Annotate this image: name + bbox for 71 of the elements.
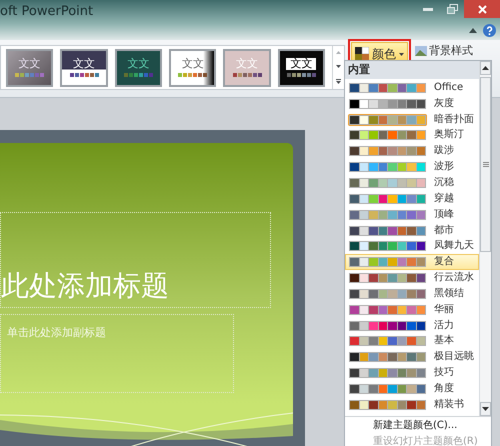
theme-name: 基本 (434, 335, 454, 348)
color-theme-item[interactable]: 凤舞九天 (345, 238, 479, 254)
color-theme-item[interactable]: 穿越 (345, 190, 479, 207)
color-theme-item[interactable]: 角度 (345, 381, 479, 397)
menu-action[interactable]: 新建主题颜色(C)... (373, 420, 491, 432)
theme-name: 角度 (434, 382, 454, 395)
theme-name: 精装书 (434, 398, 464, 411)
color-theme-item[interactable]: 华丽 (345, 302, 479, 318)
color-theme-item[interactable]: 暗香扑面 (345, 112, 479, 128)
theme-name: 华丽 (434, 304, 454, 316)
thumbnail-text: 文文 (127, 58, 150, 70)
theme-name: 黑领结 (434, 288, 464, 300)
color-theme-item[interactable]: 沉稳 (345, 175, 479, 191)
theme-name: 暗香扑面 (434, 114, 474, 126)
theme-name: 顶峰 (434, 208, 454, 221)
theme-name: 凤舞九天 (434, 240, 474, 252)
color-theme-item[interactable]: 基本 (345, 334, 479, 350)
window-title: oft PowerPoint (0, 3, 94, 21)
thumbnail-text: 文文 (236, 58, 258, 70)
color-theme-item[interactable]: 波形 (345, 159, 479, 176)
theme-name: 技巧 (434, 367, 454, 380)
theme-name: 都市 (434, 224, 454, 237)
color-theme-item[interactable]: 活力 (345, 318, 479, 334)
thumbnail-text: 文文 (18, 58, 41, 70)
close-button[interactable] (464, 0, 500, 18)
scroll-up-icon (482, 66, 489, 70)
more-icon[interactable] (336, 78, 342, 84)
restore-icon (446, 4, 458, 14)
minimize-icon (423, 8, 433, 10)
theme-name: 灰度 (434, 98, 454, 110)
theme-name: 波形 (434, 161, 454, 174)
theme-name: 复合 (434, 256, 454, 268)
color-theme-item[interactable]: 灰度 (345, 96, 479, 112)
close-icon (478, 4, 486, 14)
theme-name: Office (434, 82, 464, 94)
background-styles-icon (415, 46, 427, 56)
collapse-ribbon-icon[interactable] (469, 28, 477, 32)
color-theme-item[interactable]: 复合 (345, 254, 479, 270)
color-theme-item[interactable]: 精装书 (345, 396, 479, 413)
scroll-down-icon (482, 407, 489, 411)
theme-name: 奥斯汀 (434, 129, 464, 142)
thumbnail-text: 文文 (73, 58, 96, 70)
theme-name: 沉稳 (434, 176, 454, 189)
caret-icon (399, 52, 404, 56)
theme-thumbnail[interactable]: 文文 (114, 48, 162, 86)
color-theme-item[interactable]: 顶峰 (345, 206, 479, 223)
scroll-thumb[interactable] (480, 77, 491, 252)
scroll-up-button[interactable] (480, 61, 491, 75)
color-theme-item[interactable]: 都市 (345, 222, 479, 238)
grip-icon (482, 162, 488, 167)
scroll-down-button[interactable] (480, 402, 491, 416)
scroll-down-icon[interactable] (336, 64, 342, 68)
color-theme-item[interactable]: 行云流水 (345, 270, 479, 286)
theme-name: 跋涉 (434, 145, 454, 158)
color-theme-item[interactable]: 跋涉 (345, 143, 479, 160)
theme-name: 行云流水 (434, 272, 474, 284)
background-styles-label[interactable]: 背景样式 (429, 43, 473, 60)
color-theme-item[interactable]: 技巧 (345, 365, 479, 382)
theme-thumbnail[interactable]: 文文 (60, 48, 108, 86)
theme-name: 活力 (434, 320, 454, 332)
color-theme-item[interactable]: Office (345, 80, 479, 96)
theme-name: 极目远眺 (434, 351, 474, 364)
theme-thumbnail[interactable]: 文文 (278, 48, 326, 86)
thumbnail-text: 文文 (286, 58, 316, 70)
theme-name: 穿越 (434, 192, 454, 205)
theme-thumbnail[interactable]: 文文 (169, 48, 216, 86)
color-theme-item[interactable]: 黑领结 (345, 286, 479, 302)
color-theme-item[interactable]: 奥斯汀 (345, 128, 479, 144)
thumbnail-text: 文文 (182, 58, 204, 70)
color-theme-item[interactable]: 极目远眺 (345, 349, 479, 366)
help-icon[interactable] (483, 24, 496, 36)
